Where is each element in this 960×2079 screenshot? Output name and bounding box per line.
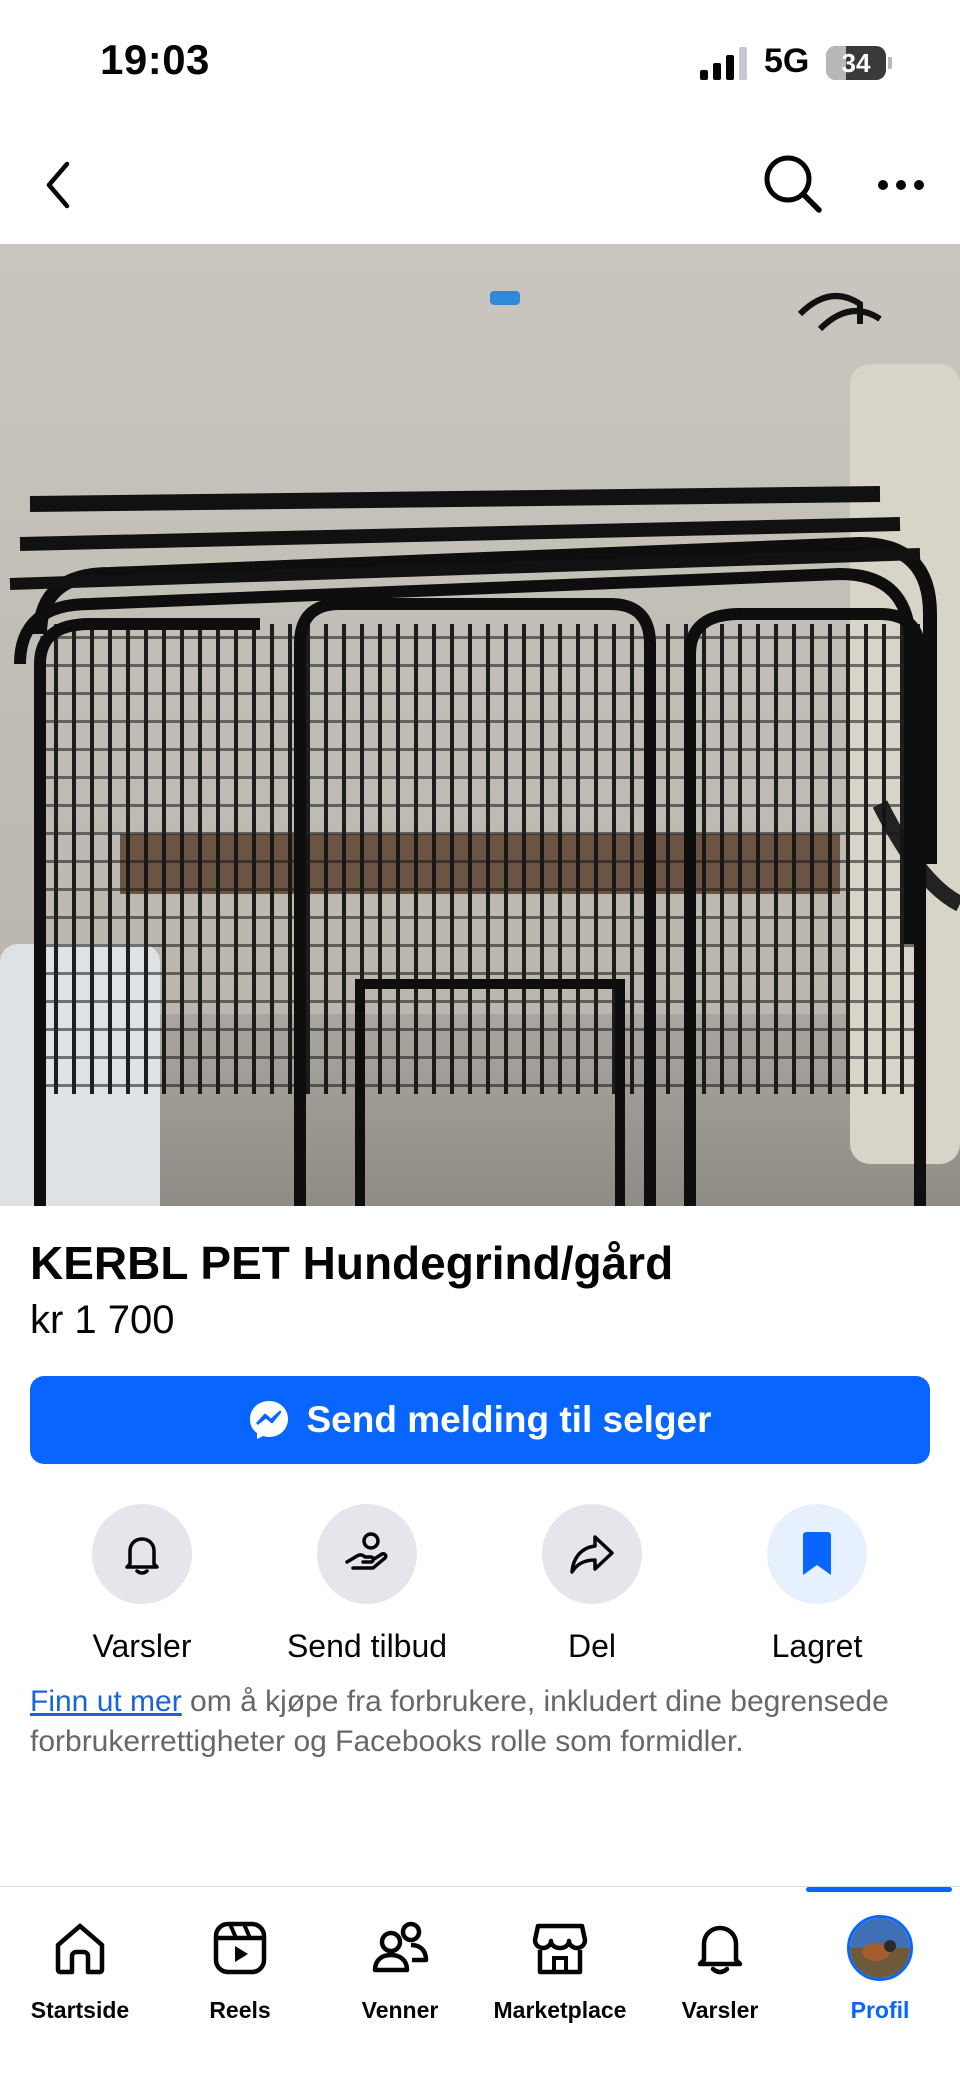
tab-profile-label: Profil <box>850 1997 910 2023</box>
send-offer-label: Send tilbud <box>286 1628 448 1664</box>
share-button[interactable]: Del <box>482 1504 702 1665</box>
reels-icon <box>213 1921 267 1975</box>
bottom-tab-bar: Startside Reels Venner Marketplace Varsl… <box>0 1886 960 2079</box>
status-bar: 19:03 5G 34 <box>0 0 960 126</box>
network-type: 5G <box>764 42 810 80</box>
tab-reels-label: Reels <box>209 1997 271 2023</box>
status-time: 19:03 <box>100 36 210 83</box>
bookmark-icon <box>803 1532 831 1575</box>
more-icon <box>878 180 924 190</box>
tab-notifications[interactable]: Varsler <box>640 1913 800 2024</box>
share-label: Del <box>567 1628 616 1664</box>
chevron-left-icon <box>46 161 70 209</box>
search-icon <box>764 155 822 213</box>
battery-icon: 34 <box>826 46 892 80</box>
tab-friends[interactable]: Venner <box>320 1913 480 2024</box>
back-button[interactable] <box>30 150 86 220</box>
learn-more-link[interactable]: Finn ut mer <box>30 1685 182 1718</box>
listing-photo-image <box>0 244 960 1206</box>
alerts-label: Varsler <box>92 1628 192 1664</box>
bell-icon <box>697 1925 743 1975</box>
tab-friends-label: Venner <box>361 1997 439 2023</box>
consumer-info-text: Finn ut mer om å kjøpe fra forbrukere, i… <box>30 1682 930 1762</box>
tab-home-label: Startside <box>30 1997 130 2023</box>
friends-icon <box>372 1921 429 1973</box>
more-options-button[interactable] <box>866 150 936 220</box>
offer-hand-icon <box>345 1532 388 1570</box>
send-offer-button[interactable]: Send tilbud <box>257 1504 477 1665</box>
saved-label: Lagret <box>771 1628 863 1664</box>
listing-photo[interactable] <box>0 244 960 1206</box>
bell-icon <box>125 1537 159 1575</box>
home-icon <box>55 1923 105 1975</box>
tab-reels[interactable]: Reels <box>160 1913 320 2024</box>
battery-level: 34 <box>841 48 871 78</box>
listing-price: kr 1 700 <box>30 1298 175 1342</box>
search-button[interactable] <box>758 146 828 222</box>
send-message-label: Send melding til selger <box>306 1399 712 1440</box>
listing-title: KERBL PET Hundegrind/gård <box>30 1237 674 1289</box>
action-row: Varsler Send tilbud Del Lagret <box>0 1504 960 1664</box>
active-tab-indicator <box>806 1887 952 1892</box>
top-nav-bar <box>0 126 960 244</box>
marketplace-icon <box>532 1923 588 1975</box>
share-arrow-icon <box>570 1535 614 1574</box>
tab-notifications-label: Varsler <box>681 1997 759 2023</box>
tab-marketplace[interactable]: Marketplace <box>480 1913 640 2024</box>
alerts-button[interactable]: Varsler <box>32 1504 252 1665</box>
avatar <box>847 1915 913 1981</box>
signal-icon <box>700 47 747 80</box>
messenger-icon <box>250 1401 289 1439</box>
tab-marketplace-label: Marketplace <box>493 1997 627 2023</box>
saved-button[interactable]: Lagret <box>707 1504 927 1665</box>
send-message-button[interactable]: Send melding til selger <box>30 1376 930 1464</box>
tab-home[interactable]: Startside <box>0 1913 160 2024</box>
tab-profile[interactable]: Profil <box>800 1913 960 2024</box>
